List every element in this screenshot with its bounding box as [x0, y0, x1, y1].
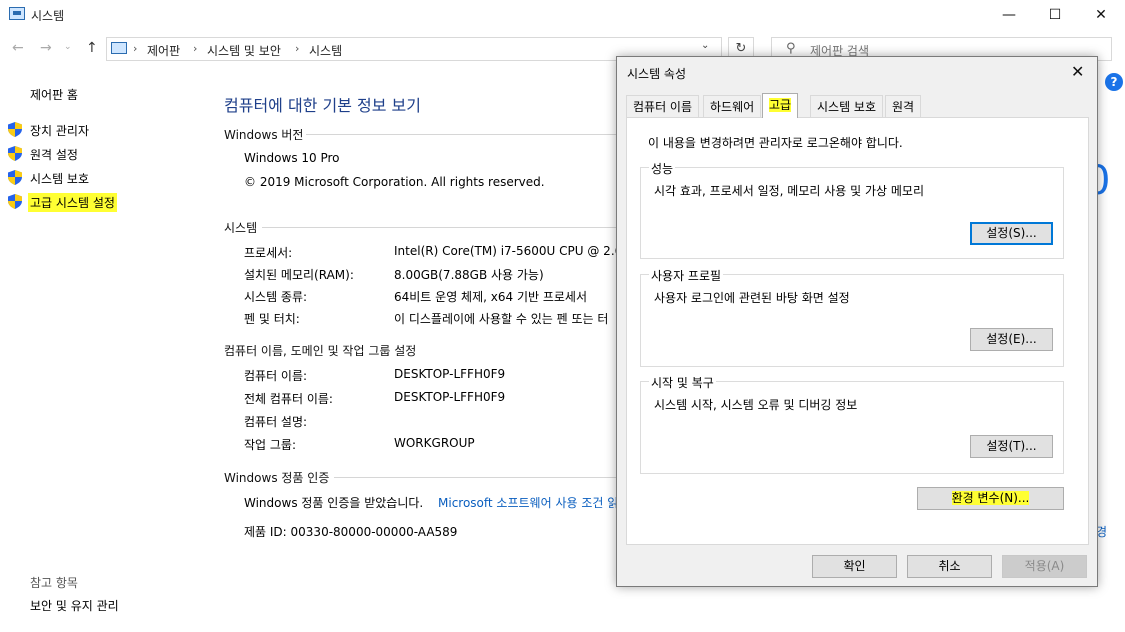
license-terms-link[interactable]: Microsoft 소프트웨어 사용 조건 읽	[438, 494, 616, 511]
performance-description: 시각 효과, 프로세서 일정, 메모리 사용 및 가상 메모리	[654, 184, 924, 198]
computer-description-label: 컴퓨터 설명:	[244, 415, 308, 429]
full-computer-name-label: 전체 컴퓨터 이름:	[244, 392, 333, 406]
user-profiles-description: 사용자 로그인에 관련된 바탕 화면 설정	[654, 291, 850, 305]
uac-shield-icon	[8, 122, 22, 137]
system-heading: 시스템	[224, 221, 258, 235]
system-properties-dialog: 시스템 속성 ✕ 컴퓨터 이름 하드웨어 고급 시스템 보호 원격 이 내용을 …	[616, 56, 1098, 587]
admin-notice: 이 내용을 변경하려면 관리자로 로그온해야 합니다.	[648, 136, 903, 150]
recent-locations-icon[interactable]: ⌄	[64, 42, 72, 52]
performance-settings-button[interactable]: 설정(S)...	[970, 222, 1053, 245]
ram-label: 설치된 메모리(RAM):	[244, 268, 354, 282]
breadcrumb-control-panel[interactable]: 제어판	[147, 42, 180, 59]
processor-label: 프로세서:	[244, 246, 293, 260]
windows-edition-value: Windows 10 Pro	[244, 151, 340, 165]
breadcrumb-system[interactable]: 시스템	[309, 42, 342, 59]
user-profiles-title: 사용자 프로필	[649, 267, 724, 284]
up-arrow-icon[interactable]: ↑	[86, 40, 98, 56]
ram-value: 8.00GB(7.88GB 사용 가능)	[394, 268, 544, 282]
product-id: 제품 ID: 00330-80000-00000-AA589	[244, 525, 458, 539]
workgroup-label: 작업 그룹:	[244, 438, 297, 452]
computer-name-heading: 컴퓨터 이름, 도메인 및 작업 그룹 설정	[224, 344, 417, 358]
dialog-title: 시스템 속성	[627, 67, 687, 81]
workgroup-value: WORKGROUP	[394, 436, 475, 450]
device-manager-link[interactable]: 장치 관리자	[30, 122, 89, 139]
uac-shield-icon	[8, 146, 22, 161]
chevron-right-icon[interactable]: ›	[133, 42, 137, 55]
full-computer-name-value: DESKTOP-LFFH0F9	[394, 390, 506, 404]
user-profiles-group: 사용자 프로필 사용자 로그인에 관련된 바탕 화면 설정 설정(E)...	[640, 267, 1064, 367]
system-protection-link[interactable]: 시스템 보호	[30, 170, 89, 187]
divider	[262, 227, 616, 228]
startup-recovery-settings-button[interactable]: 설정(T)...	[970, 435, 1053, 458]
cancel-button[interactable]: 취소	[907, 555, 992, 578]
minimize-button[interactable]: —	[986, 0, 1032, 30]
close-window-button[interactable]: ✕	[1078, 0, 1124, 30]
tab-system-protection[interactable]: 시스템 보호	[810, 95, 884, 117]
advanced-system-settings-link[interactable]: 고급 시스템 설정	[28, 193, 117, 212]
divider	[334, 477, 616, 478]
close-icon[interactable]: ✕	[1071, 62, 1084, 81]
tab-hardware[interactable]: 하드웨어	[703, 95, 762, 117]
activation-status: Windows 정품 인증을 받았습니다.	[244, 496, 424, 510]
chevron-right-icon[interactable]: ›	[193, 42, 197, 55]
system-app-icon	[9, 7, 25, 20]
uac-shield-icon	[8, 170, 22, 185]
apply-button[interactable]: 적용(A)	[1002, 555, 1087, 578]
computer-name-value: DESKTOP-LFFH0F9	[394, 367, 506, 381]
startup-recovery-group: 시작 및 복구 시스템 시작, 시스템 오류 및 디버깅 정보 설정(T)...	[640, 374, 1064, 474]
forward-arrow-icon[interactable]: →	[40, 40, 52, 56]
tab-advanced-label: 고급	[769, 98, 792, 112]
control-panel-icon	[111, 42, 127, 54]
tab-advanced[interactable]: 고급	[762, 93, 799, 118]
performance-title: 성능	[649, 160, 676, 177]
system-type-value: 64비트 운영 체제, x64 기반 프로세서	[394, 290, 588, 304]
environment-variables-label: 환경 변수(N)...	[951, 491, 1030, 505]
ok-button[interactable]: 확인	[812, 555, 897, 578]
chevron-right-icon[interactable]: ›	[295, 42, 299, 55]
back-arrow-icon[interactable]: ←	[12, 40, 24, 56]
search-icon: ⚲	[786, 41, 796, 56]
copyright-text: © 2019 Microsoft Corporation. All rights…	[244, 175, 545, 189]
title-bar: 시스템 — ☐ ✕	[0, 0, 1125, 30]
advanced-tab-panel: 이 내용을 변경하려면 관리자로 로그온해야 합니다. 성능 시각 효과, 프로…	[626, 117, 1089, 545]
pen-touch-label: 펜 및 터치:	[244, 312, 300, 326]
environment-variables-button[interactable]: 환경 변수(N)...	[917, 487, 1064, 510]
breadcrumb-system-security[interactable]: 시스템 및 보안	[207, 42, 281, 59]
divider	[306, 134, 616, 135]
startup-recovery-description: 시스템 시작, 시스템 오류 및 디버깅 정보	[654, 398, 858, 412]
startup-recovery-title: 시작 및 복구	[649, 374, 716, 391]
computer-name-label: 컴퓨터 이름:	[244, 369, 308, 383]
windows-edition-heading: Windows 버전	[224, 128, 304, 142]
system-type-label: 시스템 종류:	[244, 290, 308, 304]
window-title: 시스템	[31, 9, 65, 23]
tab-remote[interactable]: 원격	[885, 95, 922, 117]
pen-touch-value: 이 디스플레이에 사용할 수 있는 펜 또는 터	[394, 312, 609, 326]
see-also-heading: 참고 항목	[30, 576, 78, 590]
processor-value: Intel(R) Core(TM) i7-5600U CPU @ 2.60G	[394, 244, 616, 258]
control-panel-home-link[interactable]: 제어판 홈	[30, 86, 78, 103]
address-dropdown-icon[interactable]: ⌄	[701, 40, 709, 51]
user-profiles-settings-button[interactable]: 설정(E)...	[970, 328, 1053, 351]
performance-group: 성능 시각 효과, 프로세서 일정, 메모리 사용 및 가상 메모리 설정(S)…	[640, 160, 1064, 259]
help-icon[interactable]: ?	[1105, 73, 1123, 91]
uac-shield-icon	[8, 194, 22, 209]
maximize-button[interactable]: ☐	[1032, 0, 1078, 30]
activation-heading: Windows 정품 인증	[224, 471, 330, 485]
security-maintenance-link[interactable]: 보안 및 유지 관리	[30, 597, 119, 614]
tab-computer-name[interactable]: 컴퓨터 이름	[626, 95, 700, 117]
remote-settings-link[interactable]: 원격 설정	[30, 146, 78, 163]
page-title: 컴퓨터에 대한 기본 정보 보기	[224, 96, 421, 115]
